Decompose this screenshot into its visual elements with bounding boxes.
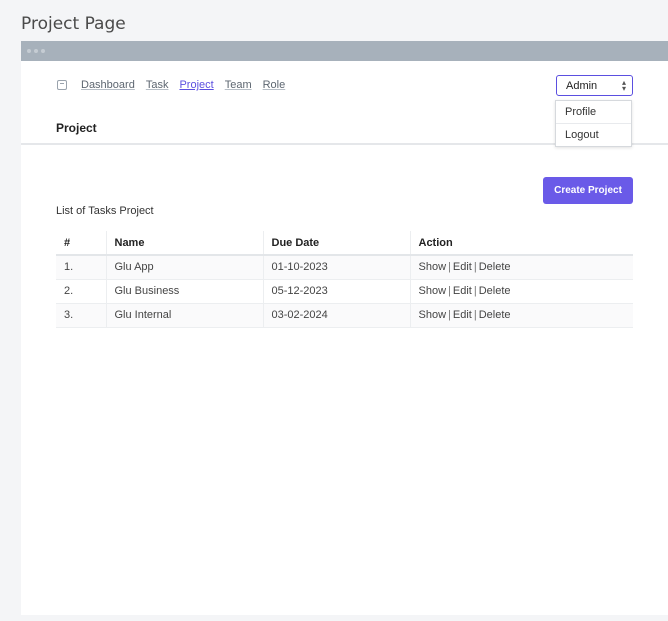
create-project-button[interactable]: Create Project: [543, 177, 633, 204]
delete-link[interactable]: Delete: [479, 261, 511, 273]
column-header-action: Action: [409, 231, 633, 256]
row-number: 2.: [56, 279, 106, 304]
calendar-icon[interactable]: [57, 80, 67, 90]
delete-link[interactable]: Delete: [479, 309, 511, 321]
window-dot-icon[interactable]: [34, 49, 38, 53]
row-due-date: 03-02-2024: [262, 303, 410, 328]
page-title: Project Page: [21, 14, 126, 34]
row-name: Glu Internal: [105, 303, 263, 328]
row-number: 1.: [56, 255, 106, 280]
column-header-due-date: Due Date: [262, 231, 410, 256]
section-title: Project: [56, 121, 97, 135]
action-separator: |: [448, 285, 451, 297]
row-actions: Show | Edit | Delete: [409, 303, 633, 328]
action-separator: |: [473, 261, 477, 274]
row-number: 3.: [56, 303, 106, 328]
window-titlebar: [21, 41, 668, 61]
row-due-date: 01-10-2023: [262, 255, 410, 280]
show-link[interactable]: Show: [419, 309, 447, 321]
edit-link[interactable]: Edit: [453, 309, 472, 321]
column-header-name: Name: [105, 231, 263, 256]
window-dot-icon[interactable]: [27, 49, 31, 53]
table-header-row: # Name Due Date Action: [56, 231, 633, 256]
nav-item-team[interactable]: Team: [225, 79, 252, 91]
show-link[interactable]: Show: [419, 261, 447, 273]
user-menu-selected: Admin: [566, 79, 598, 92]
edit-link[interactable]: Edit: [453, 261, 472, 273]
row-due-date: 05-12-2023: [262, 279, 410, 304]
table-row: 2. Glu Business 05-12-2023 Show | Edit | Del…: [56, 279, 633, 304]
menu-item-logout[interactable]: Logout: [556, 123, 631, 146]
action-separator: |: [473, 309, 477, 321]
delete-link[interactable]: Delete: [479, 285, 511, 297]
table-row: 3. Glu Internal 03-02-2024 Show | Edit | Del…: [56, 303, 633, 328]
nav-item-task[interactable]: Task: [146, 79, 169, 91]
action-separator: |: [448, 261, 451, 274]
row-name: Glu App: [105, 255, 263, 280]
user-menu-select[interactable]: Admin ▴ ▾: [556, 75, 633, 96]
show-link[interactable]: Show: [419, 285, 447, 297]
nav-item-role[interactable]: Role: [263, 79, 286, 91]
window-controls: [27, 49, 45, 53]
row-actions: Show | Edit | Delete: [409, 279, 633, 304]
top-nav: Dashboard Task Project Team Role: [57, 79, 296, 91]
app-window: Dashboard Task Project Team Role Project…: [21, 41, 668, 615]
table-row: 1. Glu App 01-10-2023 Show | Edit | Delete: [56, 255, 633, 280]
row-actions: Show | Edit | Delete: [409, 255, 633, 280]
nav-item-project[interactable]: Project: [179, 79, 213, 91]
chevron-updown-icon: ▴ ▾: [621, 78, 626, 93]
edit-link[interactable]: Edit: [453, 285, 472, 297]
menu-item-profile[interactable]: Profile: [556, 101, 631, 123]
row-name: Glu Business: [105, 279, 263, 304]
user-menu-dropdown: Profile Logout: [555, 100, 632, 147]
list-title: List of Tasks Project: [56, 205, 154, 217]
action-separator: |: [448, 309, 451, 321]
action-separator: |: [473, 285, 477, 297]
tasks-table: # Name Due Date Action 1. Glu App 01-10-…: [56, 231, 633, 328]
window-dot-icon[interactable]: [41, 49, 45, 53]
nav-item-dashboard[interactable]: Dashboard: [81, 79, 135, 91]
column-header-number: #: [56, 231, 106, 256]
